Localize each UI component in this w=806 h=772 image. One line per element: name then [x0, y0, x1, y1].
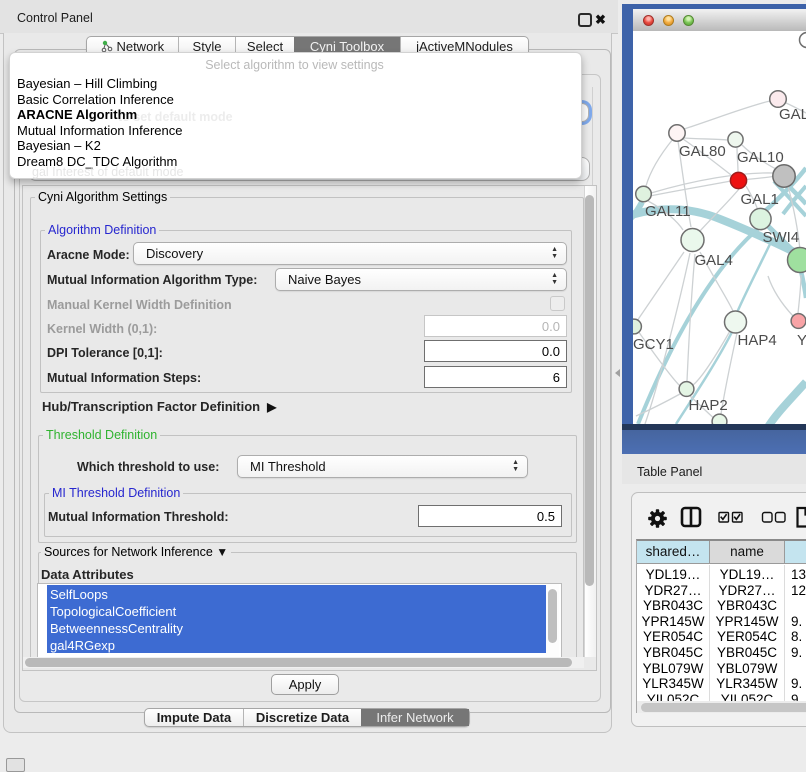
- svg-text:GAL: GAL: [779, 106, 806, 123]
- svg-text:GAL10: GAL10: [737, 149, 784, 166]
- svg-text:GAL1: GAL1: [741, 191, 779, 208]
- svg-text:GAL80: GAL80: [679, 143, 726, 160]
- svg-text:GCY1: GCY1: [633, 336, 674, 353]
- svg-text:Y: Y: [797, 332, 806, 349]
- svg-text:HAP2: HAP2: [689, 397, 728, 414]
- svg-text:SWI4: SWI4: [763, 229, 800, 246]
- svg-text:GAL11: GAL11: [645, 203, 691, 220]
- svg-text:HAP4: HAP4: [738, 332, 777, 349]
- svg-text:GAL4: GAL4: [695, 252, 733, 269]
